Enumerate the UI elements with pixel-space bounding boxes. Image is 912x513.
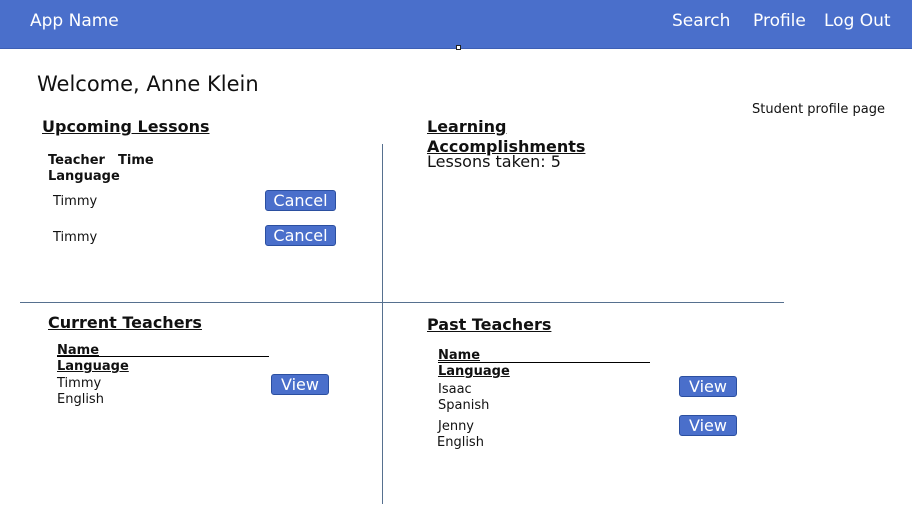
resize-handle[interactable] xyxy=(456,45,461,50)
upcoming-row-teacher: Timmy xyxy=(53,194,98,209)
nav-search-link[interactable]: Search xyxy=(672,11,730,31)
nav-profile-link[interactable]: Profile xyxy=(753,11,806,31)
column-header-language: Language xyxy=(48,169,120,184)
teacher-name: Jenny xyxy=(438,419,475,434)
page-label: Student profile page xyxy=(752,102,885,117)
upcoming-lessons-title: Upcoming Lessons xyxy=(42,117,210,136)
column-header-language: Language xyxy=(438,364,510,379)
column-header-language: Language xyxy=(57,359,129,374)
teacher-language: English xyxy=(57,392,104,407)
column-header-time: Time xyxy=(118,153,154,168)
past-teachers-title: Past Teachers xyxy=(427,315,552,334)
column-header-teacher: Teacher xyxy=(48,153,105,168)
header-rule xyxy=(57,356,269,357)
welcome-heading: Welcome, Anne Klein xyxy=(37,72,259,96)
teacher-name: Isaac xyxy=(438,382,472,397)
learning-accomplishments-title-line1: Learning xyxy=(427,117,507,136)
teacher-name: Timmy xyxy=(57,376,102,391)
cancel-lesson-button[interactable]: Cancel xyxy=(265,190,336,211)
column-header-name: Name xyxy=(438,348,481,363)
lessons-taken-count: Lessons taken: 5 xyxy=(427,152,561,171)
vertical-divider xyxy=(382,144,383,504)
nav-logout-link[interactable]: Log Out xyxy=(824,11,891,31)
app-name[interactable]: App Name xyxy=(30,11,119,31)
current-teachers-title: Current Teachers xyxy=(48,313,202,332)
cancel-lesson-button[interactable]: Cancel xyxy=(265,225,336,246)
horizontal-divider xyxy=(20,302,784,303)
teacher-language: Spanish xyxy=(438,398,490,413)
view-teacher-button[interactable]: View xyxy=(679,376,737,397)
header-rule xyxy=(438,362,650,363)
view-teacher-button[interactable]: View xyxy=(679,415,737,436)
top-nav-bar: App Name Search Profile Log Out xyxy=(0,0,912,49)
teacher-language: English xyxy=(437,435,484,450)
upcoming-row-teacher: Timmy xyxy=(53,230,98,245)
view-teacher-button[interactable]: View xyxy=(271,374,329,395)
